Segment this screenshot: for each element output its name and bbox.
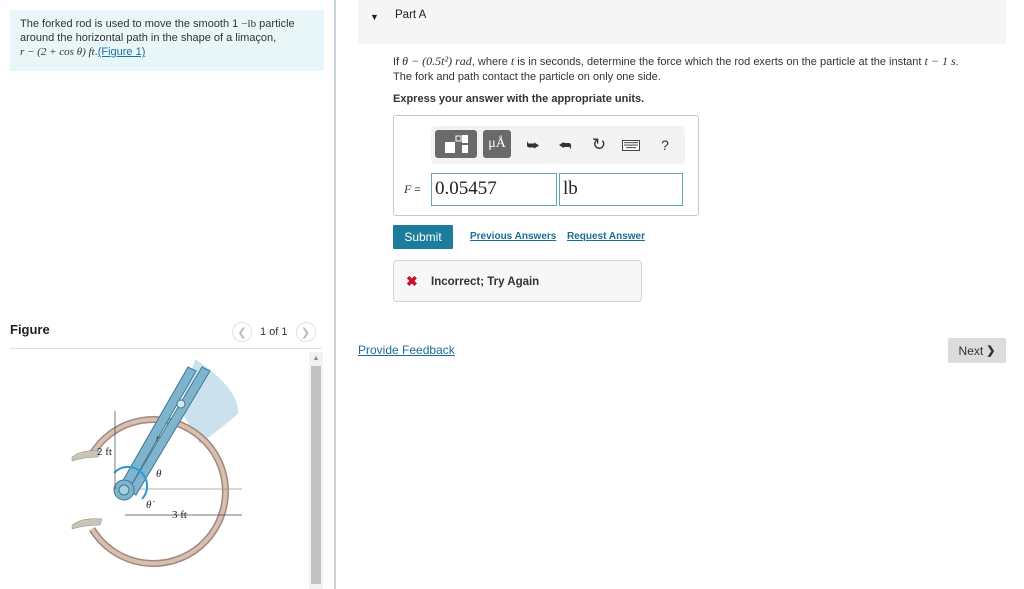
templates-button[interactable] (435, 130, 477, 158)
problem-equation: r − (2 + cos θ) ft (20, 46, 95, 58)
figure-next-button[interactable]: ❯ (295, 322, 316, 342)
support-top (71, 450, 101, 462)
particle (176, 399, 186, 409)
right-panel: ▼ Part A If θ − (0.5t²) rad, where t is … (336, 0, 1024, 589)
question-t-equation: t − 1 s (924, 54, 956, 68)
part-title: Part A (395, 9, 427, 21)
submit-button[interactable]: Submit (393, 225, 453, 249)
question-text: If θ − (0.5t²) rad, where t is in second… (393, 54, 1013, 85)
caret-down-icon[interactable]: ▼ (370, 12, 379, 22)
units-label: μÅ (488, 136, 506, 151)
problem-text-1: The forked rod is used to move the smoot… (20, 18, 239, 30)
part-header[interactable]: ▼ Part A (358, 0, 1006, 44)
figure-image: 2 ft 3 ft θ θ̇ r (10, 349, 310, 589)
problem-unit: −lb (241, 18, 257, 30)
left-panel: The forked rod is used to move the smoot… (0, 0, 335, 589)
question-text-d: . (955, 56, 959, 68)
figure-title: Figure (10, 322, 50, 337)
r-label: r (156, 433, 160, 443)
figure-link[interactable]: (Figure 1) (98, 46, 146, 58)
dim-3ft-label: 3 ft (172, 509, 187, 521)
question-theta-equation: θ − (0.5t²) rad (402, 54, 472, 68)
help-icon: ? (661, 137, 669, 153)
scroll-thumb[interactable] (311, 366, 321, 584)
help-button[interactable]: ? (655, 134, 675, 156)
feedback-result-box: ✖ Incorrect; Try Again (393, 260, 642, 302)
unit-input[interactable]: lb (559, 173, 683, 206)
math-toolbar: μÅ ⮩ ⮪ ↻ ? (431, 126, 685, 164)
theta-label: θ (156, 468, 162, 480)
incorrect-x-icon: ✖ (406, 273, 418, 289)
scroll-down-arrow-icon[interactable] (309, 584, 323, 589)
undo-button[interactable]: ⮩ (523, 134, 543, 156)
equals-sign: = (411, 184, 421, 196)
chevron-right-icon: ❯ (986, 345, 996, 357)
support-bottom (71, 518, 103, 530)
chevron-left-icon: ❮ (237, 326, 247, 339)
scroll-up-arrow-icon[interactable]: ▲ (309, 352, 323, 364)
value-input[interactable]: 0.05457 (431, 173, 557, 206)
next-label: Next (958, 343, 984, 358)
keyboard-icon (622, 139, 640, 151)
question-text-a: If (393, 56, 403, 68)
templates-icon (445, 135, 468, 153)
chevron-right-icon: ❯ (300, 326, 311, 339)
redo-icon: ⮪ (558, 136, 572, 153)
units-button[interactable]: μÅ (483, 130, 511, 158)
figure-scrollbar[interactable]: ▲ (309, 352, 323, 589)
problem-statement: The forked rod is used to move the smoot… (10, 10, 324, 71)
theta-dot-label: θ̇ (146, 499, 155, 511)
question-text-c: is in seconds, determine the force which… (514, 56, 925, 68)
figure-prev-button[interactable]: ❮ (232, 322, 252, 342)
previous-answers-link[interactable]: Previous Answers (470, 231, 556, 242)
dim-2ft-label: 2 ft (97, 446, 112, 458)
provide-feedback-link[interactable]: Provide Feedback (358, 343, 455, 357)
figure-page-count: 1 of 1 (260, 326, 288, 338)
limacon-diagram: 2 ft 3 ft θ θ̇ r (71, 359, 242, 567)
figure-pager: ❮ 1 of 1 ❯ (232, 321, 316, 343)
reset-icon: ↻ (591, 135, 607, 154)
reset-button[interactable]: ↻ (589, 134, 609, 156)
question-text-b: , where (471, 56, 511, 68)
question-line-2: The fork and path contact the particle o… (393, 71, 661, 83)
redo-button[interactable]: ⮪ (555, 134, 575, 156)
pivot-inner (118, 484, 130, 496)
result-message: Incorrect; Try Again (431, 276, 540, 288)
answer-instruction: Express your answer with the appropriate… (393, 93, 645, 105)
undo-icon: ⮩ (526, 136, 540, 153)
variable-label: F = (404, 182, 421, 197)
next-button[interactable]: Next ❯ (948, 338, 1006, 363)
keyboard-button[interactable] (621, 134, 641, 156)
request-answer-link[interactable]: Request Answer (567, 231, 645, 242)
answer-box: μÅ ⮩ ⮪ ↻ ? F = 0.05457 lb (393, 115, 699, 216)
